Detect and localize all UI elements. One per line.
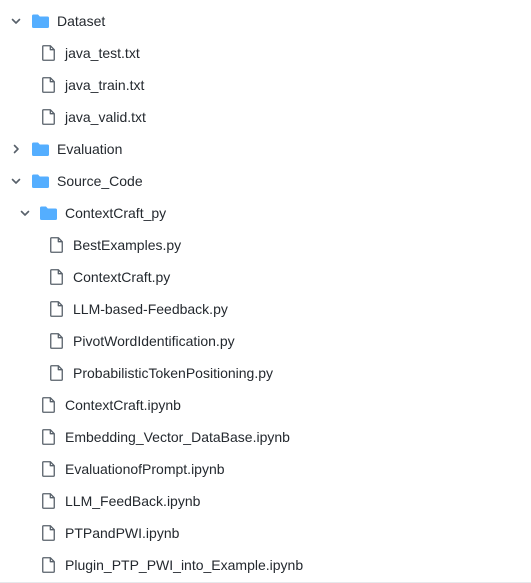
tree-file-label: ContextCraft.py bbox=[73, 269, 171, 285]
tree-file-label: PivotWordIdentification.py bbox=[73, 333, 235, 349]
tree-file-label: LLM-based-Feedback.py bbox=[73, 301, 228, 317]
chevron-down-icon[interactable] bbox=[19, 207, 31, 219]
tree-folder-label: ContextCraft_py bbox=[65, 205, 167, 221]
tree-file-java-train[interactable]: java_train.txt bbox=[0, 69, 531, 101]
file-icon bbox=[42, 461, 55, 477]
tree-file-embedding-vector-database[interactable]: Embedding_Vector_DataBase.ipynb bbox=[0, 421, 531, 453]
file-icon bbox=[50, 333, 63, 349]
tree-file-bestexamples[interactable]: BestExamples.py bbox=[0, 229, 531, 261]
chevron-down-icon[interactable] bbox=[10, 175, 22, 187]
tree-folder-label: Dataset bbox=[57, 13, 106, 29]
chevron-down-icon[interactable] bbox=[10, 15, 22, 27]
file-icon bbox=[42, 109, 55, 125]
file-icon bbox=[42, 45, 55, 61]
tree-folder-contextcraft-py[interactable]: ContextCraft_py bbox=[0, 197, 531, 229]
tree-file-plugin-ptp-pwi[interactable]: Plugin_PTP_PWI_into_Example.ipynb bbox=[0, 549, 531, 581]
tree-file-contextcraft-ipynb[interactable]: ContextCraft.ipynb bbox=[0, 389, 531, 421]
tree-folder-label: Source_Code bbox=[57, 173, 143, 189]
folder-icon bbox=[32, 142, 49, 156]
tree-file-java-valid[interactable]: java_valid.txt bbox=[0, 101, 531, 133]
tree-file-label: PTPandPWI.ipynb bbox=[65, 525, 180, 541]
file-icon bbox=[50, 365, 63, 381]
tree-file-ptpandpwi[interactable]: PTPandPWI.ipynb bbox=[0, 517, 531, 549]
file-tree: Dataset java_test.txt java_train.txt jav… bbox=[0, 5, 531, 581]
file-icon bbox=[42, 397, 55, 413]
file-icon bbox=[50, 237, 63, 253]
file-icon bbox=[42, 493, 55, 509]
tree-file-llm-based-feedback[interactable]: LLM-based-Feedback.py bbox=[0, 293, 531, 325]
tree-file-label: BestExamples.py bbox=[73, 237, 182, 253]
tree-file-probabilistictokenpositioning[interactable]: ProbabilisticTokenPositioning.py bbox=[0, 357, 531, 389]
tree-folder-source-code[interactable]: Source_Code bbox=[0, 165, 531, 197]
tree-file-contextcraft-py-file[interactable]: ContextCraft.py bbox=[0, 261, 531, 293]
tree-folder-dataset[interactable]: Dataset bbox=[0, 5, 531, 37]
tree-file-label: Plugin_PTP_PWI_into_Example.ipynb bbox=[65, 557, 304, 573]
tree-file-label: ProbabilisticTokenPositioning.py bbox=[73, 365, 273, 381]
chevron-right-icon[interactable] bbox=[10, 143, 22, 155]
tree-file-pivotwordidentification[interactable]: PivotWordIdentification.py bbox=[0, 325, 531, 357]
file-icon bbox=[42, 525, 55, 541]
tree-file-label: java_test.txt bbox=[65, 45, 140, 61]
tree-file-evaluationofprompt[interactable]: EvaluationofPrompt.ipynb bbox=[0, 453, 531, 485]
tree-folder-label: Evaluation bbox=[57, 141, 123, 157]
tree-file-llm-feedback-ipynb[interactable]: LLM_FeedBack.ipynb bbox=[0, 485, 531, 517]
tree-file-java-test[interactable]: java_test.txt bbox=[0, 37, 531, 69]
file-icon bbox=[50, 301, 63, 317]
folder-icon bbox=[40, 206, 57, 220]
tree-file-label: LLM_FeedBack.ipynb bbox=[65, 493, 201, 509]
file-icon bbox=[42, 77, 55, 93]
tree-file-label: ContextCraft.ipynb bbox=[65, 397, 181, 413]
file-icon bbox=[42, 557, 55, 573]
tree-file-label: java_valid.txt bbox=[65, 109, 146, 125]
tree-file-label: Embedding_Vector_DataBase.ipynb bbox=[65, 429, 290, 445]
tree-file-label: java_train.txt bbox=[65, 77, 145, 93]
folder-icon bbox=[32, 174, 49, 188]
file-icon bbox=[50, 269, 63, 285]
file-icon bbox=[42, 429, 55, 445]
tree-file-label: EvaluationofPrompt.ipynb bbox=[65, 461, 225, 477]
folder-icon bbox=[32, 14, 49, 28]
tree-folder-evaluation[interactable]: Evaluation bbox=[0, 133, 531, 165]
